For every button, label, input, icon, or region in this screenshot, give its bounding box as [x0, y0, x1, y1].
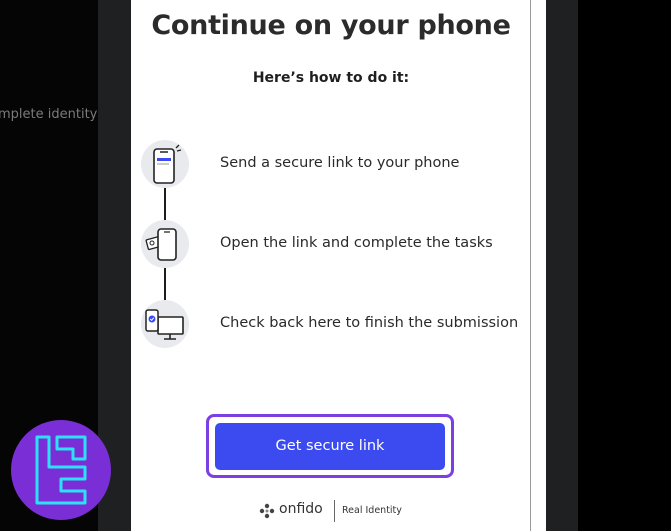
- card-edge-divider: [530, 0, 531, 531]
- phone-link-icon: [141, 140, 189, 188]
- step-connector: [164, 268, 166, 300]
- step-3-text: Check back here to finish the submission: [220, 315, 519, 331]
- watermark-logo-icon: [11, 420, 111, 520]
- phone-desktop-icon: [141, 300, 189, 348]
- get-secure-link-button[interactable]: Get secure link: [215, 423, 445, 470]
- instructions-heading: Here’s how to do it:: [252, 70, 410, 86]
- step-connector: [164, 188, 166, 220]
- step-1-text: Send a secure link to your phone: [220, 155, 460, 171]
- continue-on-phone-card: Continue on your phone Here’s how to do …: [131, 0, 546, 531]
- footer: onfido Real Identity: [131, 500, 531, 524]
- phone-tasks-icon: [141, 220, 189, 268]
- brand-tagline: Real Identity: [342, 505, 402, 516]
- page-title: Continue on your phone: [151, 10, 511, 41]
- step-2-text: Open the link and complete the tasks: [220, 235, 493, 251]
- brand-name: onfido: [279, 501, 323, 517]
- background-text: mplete identity: [0, 107, 98, 122]
- footer-divider: [334, 500, 335, 522]
- onfido-logo-icon: [259, 503, 275, 519]
